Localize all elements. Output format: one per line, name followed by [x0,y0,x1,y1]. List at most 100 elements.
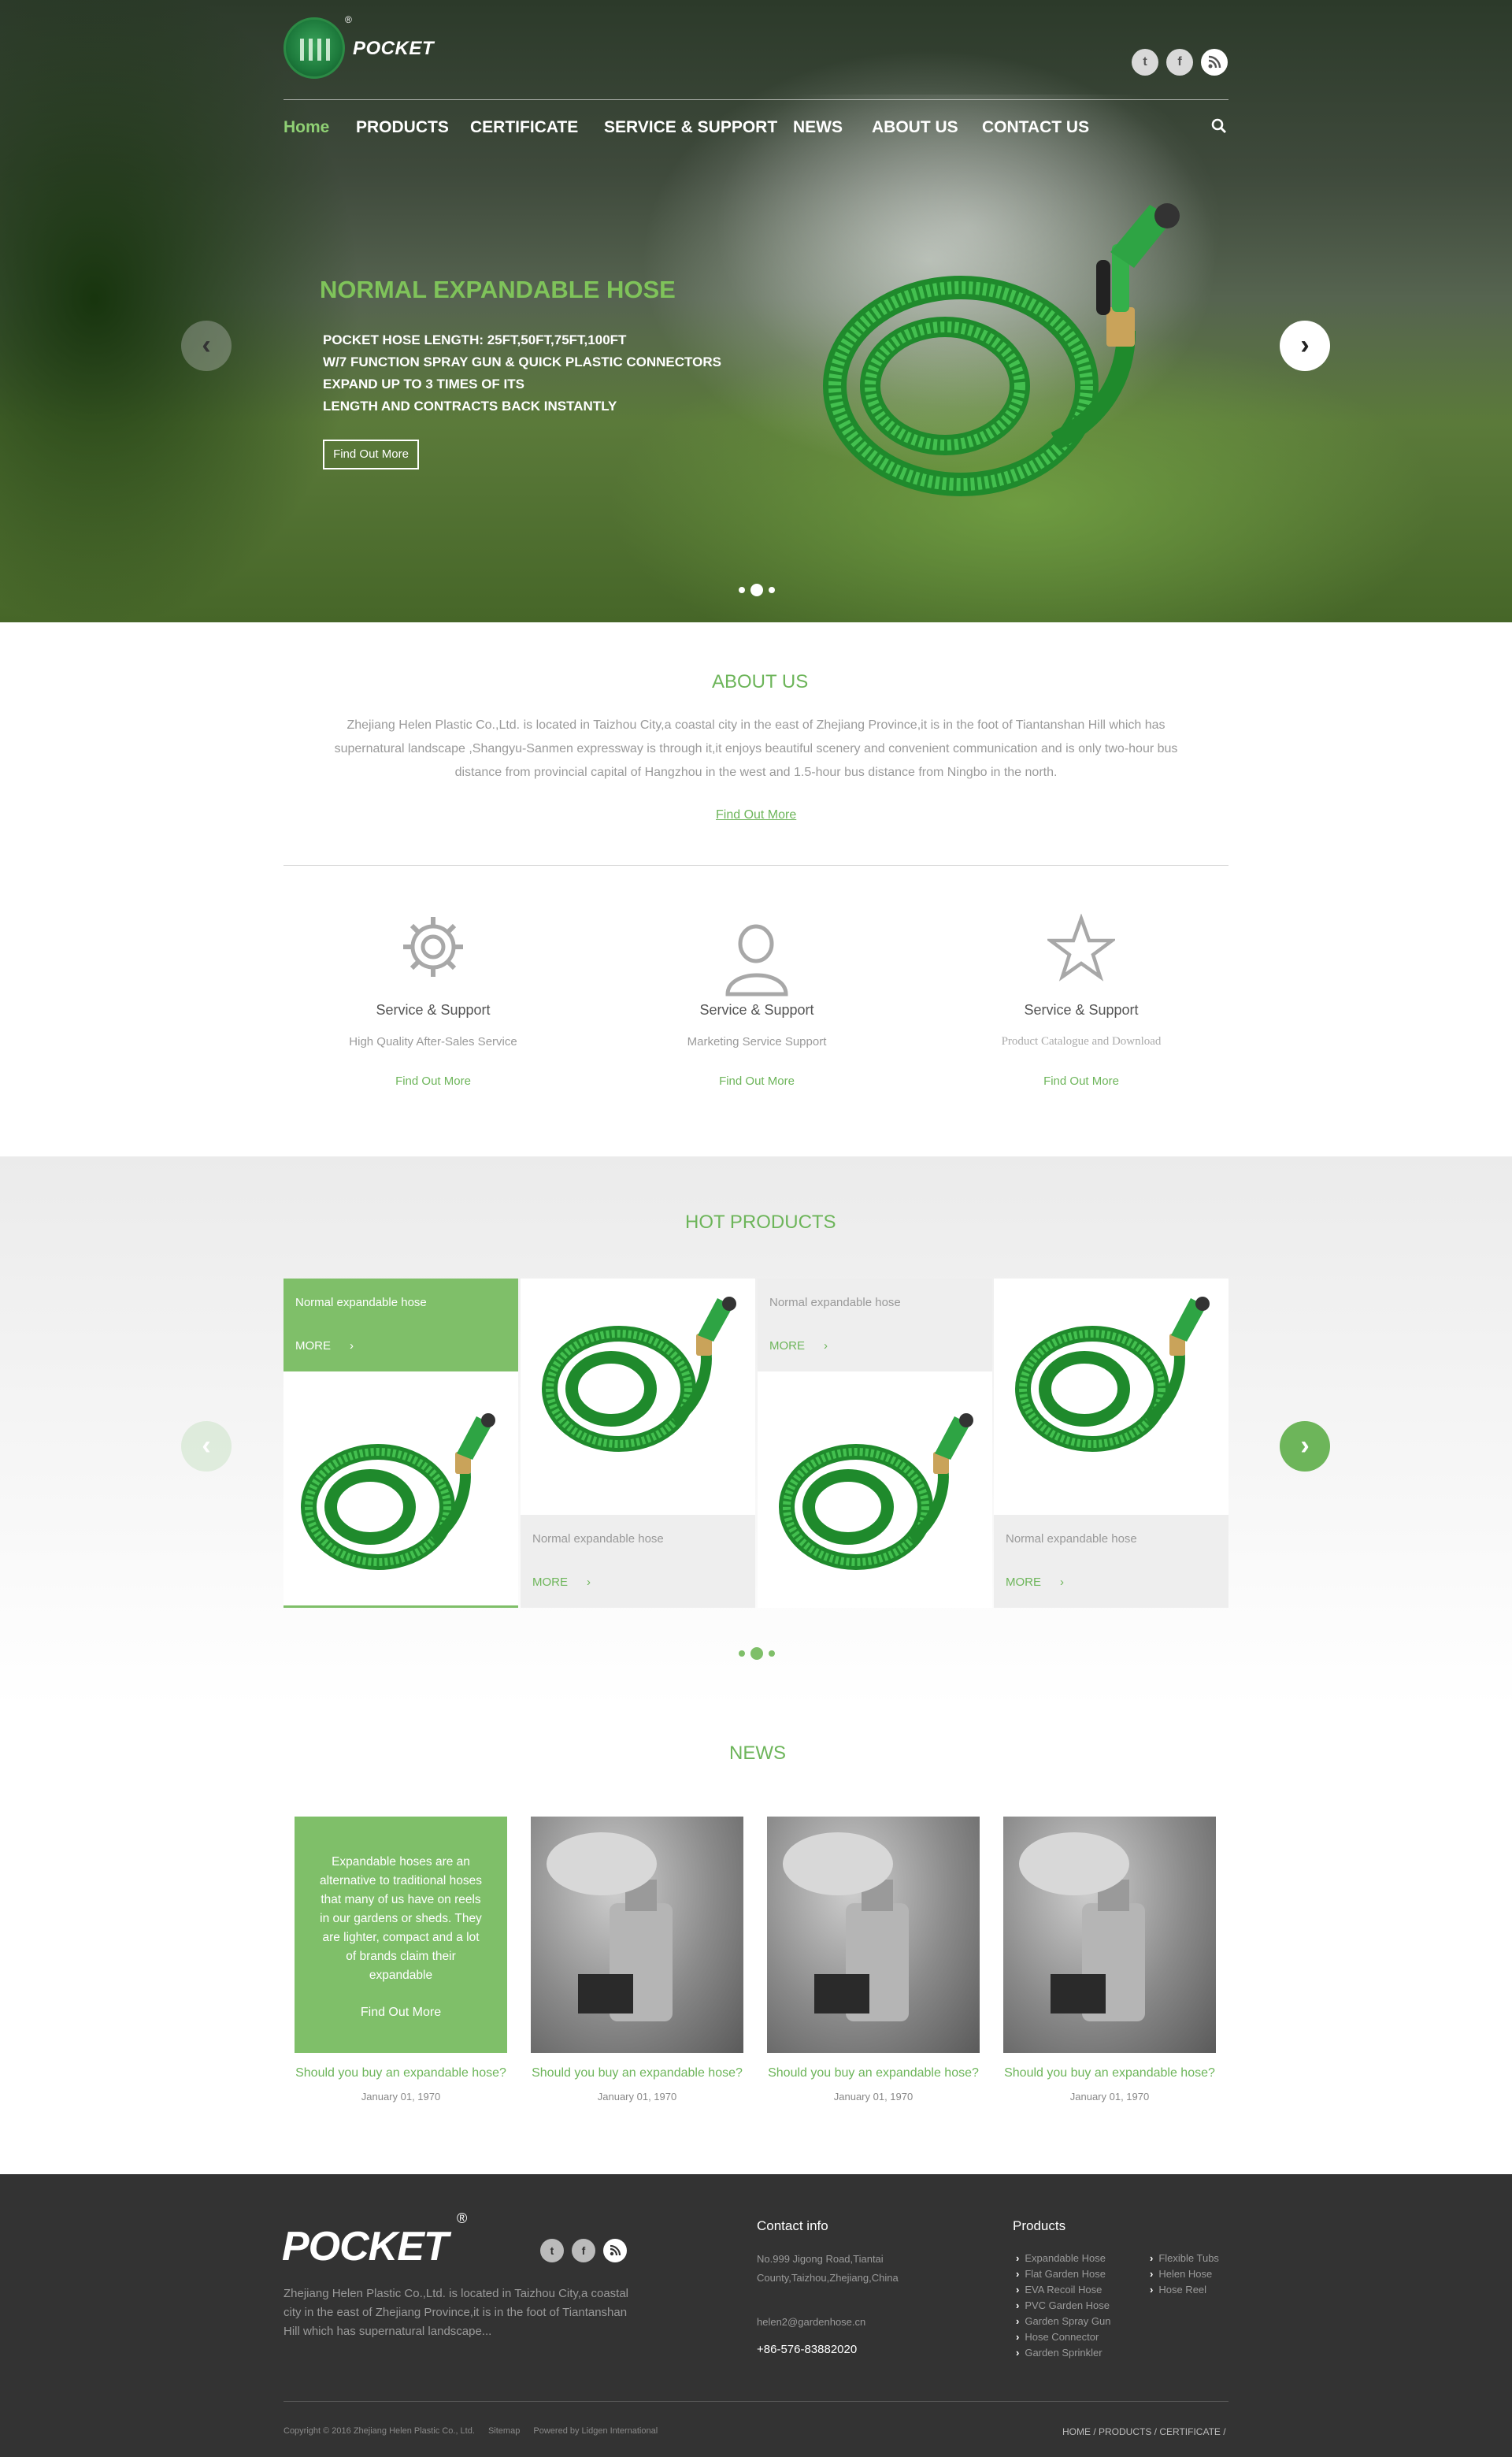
product-card-3[interactable]: Normal expandable hose MORE › [758,1279,992,1608]
footer-product-link[interactable]: Flexible Tubs [1150,2251,1219,2266]
footer-description: Zhejiang Helen Plastic Co.,Ltd. is locat… [284,2287,629,2338]
star-icon [1045,913,1117,985]
footer-product-link[interactable]: Garden Spray Gun [1016,2314,1110,2329]
footer-product-link[interactable]: PVC Garden Hose [1016,2298,1110,2314]
about-text: Zhejiang Helen Plastic Co.,Ltd. is locat… [334,718,1178,779]
footer-divider [284,2401,1228,2402]
news-item-date-2: January 01, 1970 [597,2091,677,2103]
footer-product-link[interactable]: Expandable Hose [1016,2251,1110,2266]
header-divider [284,99,1228,100]
footer-sitemap-link[interactable]: Sitemap [488,2426,520,2436]
brand-logo-badge[interactable] [284,17,345,79]
footer-copyright: Copyright © 2016 Zhejiang Helen Plastic … [284,2426,475,2436]
about-divider [284,865,1228,866]
product-image-1 [301,1413,495,1570]
nav-certificate[interactable]: CERTIFICATE [470,118,578,137]
facebook-icon[interactable]: f [572,2239,595,2262]
twitter-icon[interactable]: t [540,2239,564,2262]
hero-line-2: W/7 FUNCTION SPRAY GUN & QUICK PLASTIC C… [323,354,721,369]
twitter-icon[interactable]: t [1132,49,1158,76]
news-featured-link[interactable]: Find Out More [295,2006,507,2020]
nav-news[interactable]: NEWS [793,118,843,137]
hero-prev-arrow[interactable]: ‹ [181,321,232,371]
news-item-title-2[interactable]: Should you buy an expandable hose? [523,2066,751,2080]
product-card-2[interactable]: Normal expandable hose MORE › [521,1279,755,1608]
news-item-date-3: January 01, 1970 [833,2091,914,2103]
footer-products-list-2: Flexible Tubs Helen Hose Hose Reel [1150,2251,1219,2298]
footer-email[interactable]: helen2@gardenhose.cn [757,2313,865,2332]
product-more-3[interactable]: MORE [769,1339,805,1353]
hero-dot-2-active[interactable] [750,584,763,596]
news-featured-card[interactable]: Expandable hoses are an alternative to t… [295,1817,507,2053]
service-subtitle-2: Marketing Service Support [687,1035,827,1048]
product-caption-2: Normal expandable hose MORE › [521,1515,755,1608]
product-name-3: Normal expandable hose [769,1296,901,1309]
product-card-4[interactable]: Normal expandable hose MORE › [994,1279,1228,1608]
footer-product-link[interactable]: Hose Reel [1150,2282,1219,2298]
footer-registered-mark: ® [457,2210,468,2226]
footer-logo[interactable]: POCKET [282,2223,449,2270]
footer-product-link[interactable]: Garden Sprinkler [1016,2345,1110,2361]
hero-dot-3[interactable] [769,587,775,593]
service-title-1: Service & Support [376,1002,491,1018]
news-item-title-3[interactable]: Should you buy an expandable hose? [759,2066,988,2080]
service-title-2: Service & Support [699,1002,814,1018]
service-link-2[interactable]: Find Out More [639,1074,875,1088]
service-title-3: Service & Support [1024,1002,1139,1018]
footer-breadcrumb[interactable]: HOME / PRODUCTS / CERTIFICATE / [1062,2426,1226,2437]
footer-products-title: Products [1013,2218,1066,2233]
nav-home[interactable]: Home [284,118,329,137]
news-image-3[interactable] [767,1817,980,2053]
footer-product-link[interactable]: Hose Connector [1016,2329,1110,2345]
hero-banner [0,0,1512,622]
rss-icon[interactable] [603,2239,627,2262]
hero-next-arrow[interactable]: › [1280,321,1330,371]
product-caption-3: Normal expandable hose MORE › [758,1279,992,1371]
nav-products[interactable]: PRODUCTS [356,118,449,137]
products-dot-1[interactable] [739,1650,745,1657]
news-item-title-4[interactable]: Should you buy an expandable hose? [995,2066,1224,2080]
news-title: NEWS [729,1743,786,1764]
product-more-2[interactable]: MORE [532,1576,568,1589]
news-featured-text: Expandable hoses are an alternative to t… [320,1855,482,1982]
product-more-4[interactable]: MORE [1006,1576,1041,1589]
about-title: ABOUT US [712,671,809,692]
hero-dot-1[interactable] [739,587,745,593]
products-dot-3[interactable] [769,1650,775,1657]
nav-about-us[interactable]: ABOUT US [872,118,958,137]
hero-line-3: EXPAND UP TO 3 TIMES OF ITS [323,377,524,392]
news-item-title-1[interactable]: Should you buy an expandable hose? [287,2066,515,2080]
news-image-4[interactable] [1003,1817,1216,2053]
brand-logo-text[interactable]: POCKET [353,38,434,60]
footer-products-list-1: Expandable Hose Flat Garden Hose EVA Rec… [1016,2251,1110,2361]
service-link-1[interactable]: Find Out More [315,1074,551,1088]
footer [0,2174,1512,2457]
footer-product-link[interactable]: Flat Garden Hose [1016,2266,1110,2282]
nav-service-support[interactable]: SERVICE & SUPPORT [604,118,777,137]
products-next-arrow[interactable]: › [1280,1421,1330,1472]
footer-contact-title: Contact info [757,2218,828,2233]
rss-icon[interactable] [1201,49,1228,76]
products-dot-2-active[interactable] [750,1647,763,1660]
facebook-icon[interactable]: f [1166,49,1193,76]
hero-find-out-more-button[interactable]: Find Out More [323,440,419,470]
chevron-right-icon: › [1060,1576,1064,1589]
footer-address: No.999 Jigong Road,Tiantai County,Taizho… [757,2253,899,2284]
search-icon[interactable] [1211,118,1227,138]
service-subtitle-3: Product Catalogue and Download [1001,1035,1162,1048]
footer-product-link[interactable]: EVA Recoil Hose [1016,2282,1110,2298]
hot-products-title: HOT PRODUCTS [685,1212,836,1233]
nav-contact-us[interactable]: CONTACT US [982,118,1089,137]
chevron-right-icon: › [587,1576,591,1589]
product-name-1: Normal expandable hose [295,1296,427,1309]
product-more-1[interactable]: MORE [295,1339,331,1353]
footer-powered-by[interactable]: Powered by Lidgen International [533,2426,658,2436]
footer-product-link[interactable]: Helen Hose [1150,2266,1219,2282]
about-find-out-more-link[interactable]: Find Out More [716,808,796,822]
footer-phone: +86-576-83882020 [757,2343,858,2356]
hero-title: NORMAL EXPANDABLE HOSE [320,276,676,303]
products-prev-arrow[interactable]: ‹ [181,1421,232,1472]
news-image-2[interactable] [531,1817,743,2053]
service-link-3[interactable]: Find Out More [963,1074,1199,1088]
product-card-1[interactable]: Normal expandable hose MORE › [284,1279,518,1608]
